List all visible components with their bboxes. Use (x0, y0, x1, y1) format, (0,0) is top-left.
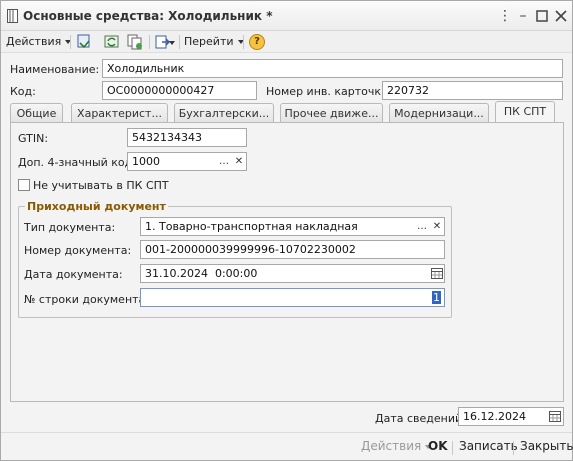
clear-icon[interactable]: ✕ (232, 154, 246, 169)
ignore-checkbox[interactable] (18, 179, 30, 191)
save-and-close-icon[interactable] (75, 33, 93, 51)
document-icon (7, 9, 18, 23)
tab-other-movement[interactable]: Прочее движе... (280, 103, 383, 123)
tab-label: Характерист... (77, 107, 162, 120)
ignore-checkbox-label: Не учитывать в ПК СПТ (33, 179, 169, 192)
code4-field[interactable]: 1000 … ✕ (127, 152, 247, 171)
doc-line-field[interactable]: 1 (140, 288, 445, 307)
calendar-icon[interactable] (548, 409, 562, 424)
footer-divider (1, 432, 572, 433)
doc-number-label: Номер документа: (24, 244, 132, 257)
incoming-doc-title: Приходный документ (25, 200, 168, 213)
doc-date-value: 31.10.2024 0:00:00 (145, 267, 258, 280)
gtin-field[interactable]: 5432134343 (127, 128, 247, 147)
info-date-field[interactable]: 16.12.2024 (458, 407, 564, 426)
actions-menu[interactable]: Действия (6, 34, 72, 50)
select-icon[interactable]: … (217, 154, 231, 169)
footer-divider (513, 441, 514, 455)
code-label: Код: (10, 85, 36, 98)
doc-type-label: Тип документа: (24, 221, 116, 234)
tab-general[interactable]: Общие (10, 103, 63, 123)
close-button[interactable]: Закрыть (520, 439, 573, 453)
toolbar-divider (243, 35, 244, 49)
inv-card-label: Номер инв. карточки: (266, 85, 392, 98)
code4-value: 1000 (132, 155, 160, 168)
main-window: Основные средства: Холодильник * ⋮ – Дей… (0, 0, 573, 461)
toolbar-divider (179, 35, 180, 49)
title-bar: Основные средства: Холодильник * ⋮ – (1, 1, 572, 31)
refresh-icon[interactable] (103, 33, 121, 51)
info-date-label: Дата сведений: (375, 412, 466, 425)
doc-line-label: № строки документа: (24, 293, 149, 306)
maximize-icon[interactable] (534, 8, 550, 24)
select-icon[interactable]: … (415, 219, 429, 234)
clear-icon[interactable]: ✕ (430, 219, 444, 234)
tab-characteristics[interactable]: Характерист... (71, 103, 168, 123)
code-field[interactable]: ОС0000000000427 (102, 81, 257, 100)
tab-label: Бухгалтерски... (178, 107, 270, 120)
tab-modernization[interactable]: Модернизаци... (389, 103, 489, 123)
actions-menu-label: Действия (6, 35, 62, 48)
doc-date-label: Дата документа: (24, 268, 123, 281)
doc-date-field[interactable]: 31.10.2024 0:00:00 (140, 264, 445, 283)
tab-label: Прочее движе... (284, 107, 379, 120)
calendar-icon[interactable] (430, 266, 444, 281)
doc-number-field[interactable]: 001-200000039999996-10702230002 (140, 240, 445, 259)
toolbar-divider (149, 35, 150, 49)
doc-line-value: 1 (432, 291, 441, 304)
footer-actions-label: Действия (361, 439, 422, 453)
close-window-icon[interactable] (553, 8, 569, 24)
info-date-value: 16.12.2024 (463, 410, 526, 423)
minimize-icon[interactable]: – (515, 8, 531, 24)
ok-button[interactable]: OK (428, 439, 448, 453)
tab-label: Модернизаци... (394, 107, 484, 120)
copy-icon[interactable] (126, 33, 144, 51)
inv-card-field[interactable]: 220732 (382, 81, 563, 100)
doc-type-value: 1. Товарно-транспортная накладная (145, 220, 358, 233)
tab-label: Общие (16, 107, 57, 120)
footer-divider (452, 441, 453, 455)
chevron-down-icon[interactable] (169, 41, 175, 45)
gtin-label: GTIN: (18, 132, 49, 145)
tab-label: ПК СПТ (503, 105, 547, 118)
save-button[interactable]: Записать (459, 439, 518, 453)
footer-actions-menu[interactable]: Действия (361, 439, 432, 453)
toolbar-divider (70, 35, 71, 49)
window-title: Основные средства: Холодильник * (23, 9, 273, 23)
tab-accounting[interactable]: Бухгалтерски... (174, 103, 274, 123)
name-field[interactable]: Холодильник (102, 59, 563, 78)
name-label: Наименование: (10, 63, 100, 76)
goto-menu-label: Перейти (184, 35, 234, 48)
goto-menu[interactable]: Перейти (184, 34, 244, 50)
more-options-icon[interactable]: ⋮ (497, 8, 513, 24)
toolbar: Действия Перейти ? (1, 31, 572, 53)
help-icon[interactable]: ? (249, 34, 265, 50)
tab-pk-spt[interactable]: ПК СПТ (495, 101, 555, 123)
code4-label: Доп. 4-значный код: (18, 156, 136, 169)
doc-type-field[interactable]: 1. Товарно-транспортная накладная … ✕ (140, 217, 445, 236)
